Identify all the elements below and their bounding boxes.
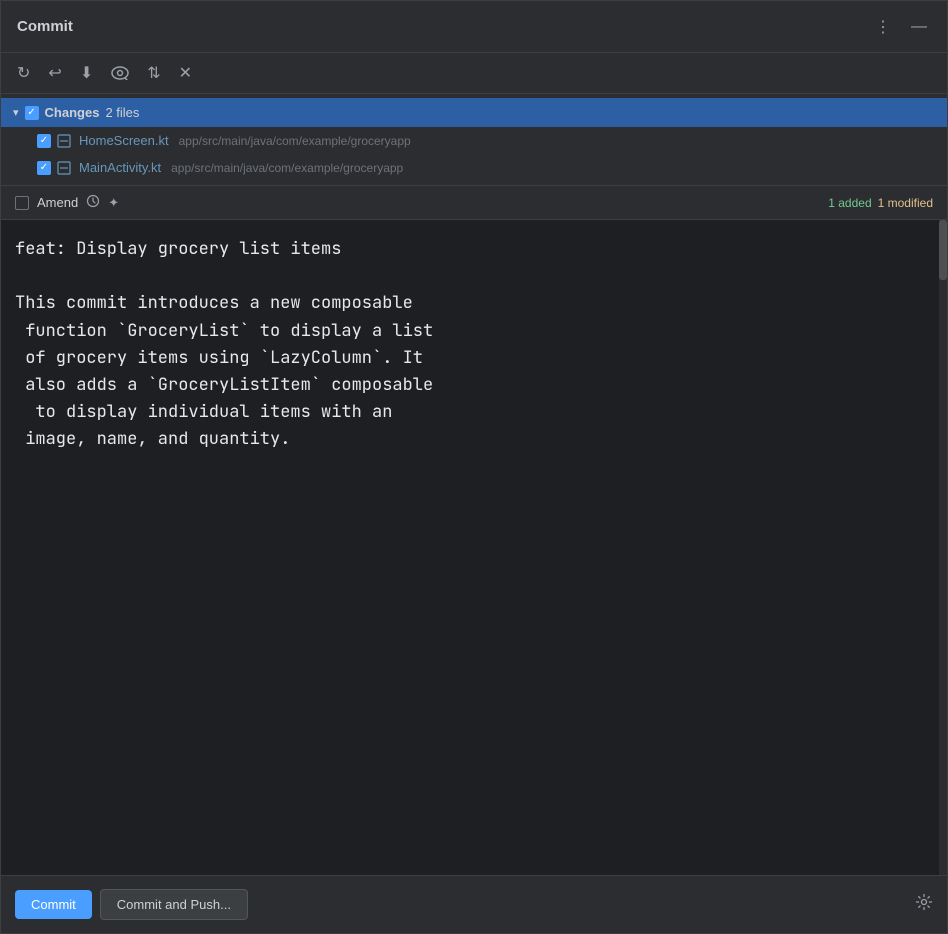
title-bar-controls: ⋮ — <box>871 15 931 39</box>
amend-row: Amend ✦ 1 added 1 modified <box>1 185 947 220</box>
changes-label: Changes <box>45 105 100 120</box>
amend-checkbox[interactable] <box>15 196 29 210</box>
file-mainactivity-checkbox[interactable] <box>37 161 51 175</box>
close-icon[interactable]: ✕ <box>177 61 194 85</box>
changes-count: 2 files <box>105 105 139 120</box>
sort-icon[interactable]: ⇅ <box>145 61 162 85</box>
file-row-homescreen[interactable]: HomeScreen.kt app/src/main/java/com/exam… <box>1 127 947 154</box>
toolbar: ↻ ↩ ⬇ ⇅ ✕ <box>1 53 947 94</box>
file-modified-icon <box>57 134 73 148</box>
download-icon[interactable]: ⬇ <box>78 61 95 85</box>
added-badge: 1 added <box>828 196 871 210</box>
commit-message-textarea[interactable]: feat: Display grocery list items This co… <box>15 236 933 859</box>
scrollbar-thumb[interactable] <box>939 220 947 280</box>
commit-and-push-button[interactable]: Commit and Push... <box>100 889 248 920</box>
changes-group-row[interactable]: ▾ Changes 2 files <box>1 98 947 127</box>
file-tree: ▾ Changes 2 files HomeScreen.kt app/src/… <box>1 94 947 185</box>
window-title: Commit <box>17 18 73 35</box>
changes-checkbox[interactable] <box>25 106 39 120</box>
more-options-button[interactable]: ⋮ <box>871 15 895 39</box>
commit-button[interactable]: Commit <box>15 890 92 919</box>
file-homescreen-path: app/src/main/java/com/example/groceryapp <box>179 134 411 148</box>
modified-badge: 1 modified <box>878 196 933 210</box>
file-mainactivity-name: MainActivity.kt <box>79 160 161 175</box>
file-mainactivity-path: app/src/main/java/com/example/groceryapp <box>171 161 403 175</box>
bottom-bar: Commit Commit and Push... <box>1 875 947 933</box>
amend-right: 1 added 1 modified <box>828 196 933 210</box>
commit-window: Commit ⋮ — ↻ ↩ ⬇ ⇅ ✕ ▾ Changes 2 files <box>0 0 948 934</box>
bottom-buttons: Commit Commit and Push... <box>15 889 248 920</box>
expand-chevron: ▾ <box>13 106 19 119</box>
amend-label[interactable]: Amend <box>37 195 78 210</box>
title-bar: Commit ⋮ — <box>1 1 947 53</box>
file-row-mainactivity[interactable]: MainActivity.kt app/src/main/java/com/ex… <box>1 154 947 181</box>
minimize-button[interactable]: — <box>907 16 931 38</box>
refresh-icon[interactable]: ↻ <box>15 61 32 85</box>
amend-left: Amend ✦ <box>15 194 119 211</box>
history-icon[interactable] <box>86 194 100 211</box>
settings-icon[interactable] <box>915 893 933 916</box>
undo-icon[interactable]: ↩ <box>46 61 63 85</box>
eye-icon[interactable] <box>109 64 131 82</box>
commit-message-area: feat: Display grocery list items This co… <box>1 220 947 875</box>
sparkle-icon[interactable]: ✦ <box>108 195 119 211</box>
scrollbar-track <box>939 220 947 875</box>
file-homescreen-name: HomeScreen.kt <box>79 133 169 148</box>
file-modified-icon-2 <box>57 161 73 175</box>
file-homescreen-checkbox[interactable] <box>37 134 51 148</box>
